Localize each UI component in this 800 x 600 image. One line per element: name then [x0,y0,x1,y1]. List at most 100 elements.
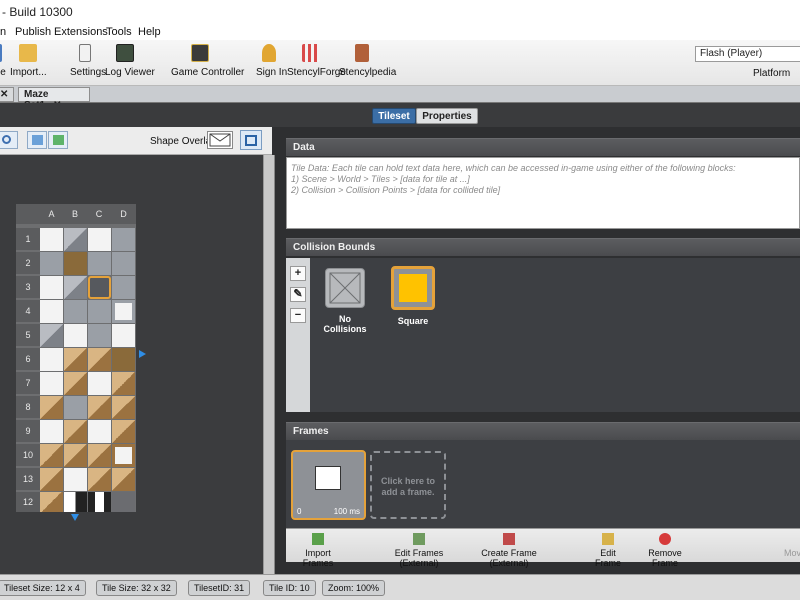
edit-collision-button[interactable]: ✎ [290,287,306,302]
add-collision-button[interactable]: + [290,266,306,281]
tab-properties[interactable]: Properties [416,108,478,124]
overlay-grid-toggle[interactable] [240,130,262,150]
previous-tab[interactable]: ✕ [0,87,14,102]
add-frame-button[interactable]: Click here to add a frame. [370,451,446,519]
tile[interactable] [112,396,135,419]
menu-tools[interactable]: Tools [106,26,132,38]
close-icon[interactable]: ✕ [0,89,8,100]
tab-tileset[interactable]: Tileset [372,108,416,124]
tile[interactable] [40,348,63,371]
tab-maze-set1[interactable]: Maze Set1✕ [18,87,90,111]
frame-thumbnail[interactable]: 0 100 ms [291,450,366,520]
game-controller-button[interactable]: Game Controller [171,44,244,78]
tile[interactable] [112,444,135,467]
expand-columns-arrow-icon[interactable] [139,350,146,358]
tile[interactable] [112,324,135,347]
tile[interactable] [88,420,111,443]
tile[interactable] [64,468,87,491]
tile[interactable] [64,300,87,323]
tile[interactable] [88,324,111,347]
frame-duration: 100 ms [333,507,360,516]
tile[interactable] [88,252,111,275]
edit-frames-external-button[interactable]: Edit Frames (External) [378,533,460,568]
settings-button[interactable]: Settings [70,44,106,78]
shape-overlay-toggle[interactable] [207,131,233,149]
stencylforge-button[interactable]: StencylForge [287,44,346,78]
remove-frame-button[interactable]: Remove Frame [638,533,692,568]
grid-icon [245,135,257,146]
tile[interactable] [64,324,87,347]
menu-publish[interactable]: Publish [15,26,51,38]
tile[interactable] [64,252,87,275]
tile[interactable] [40,396,63,419]
stencylpedia-button[interactable]: Stencylpedia [339,44,396,78]
tile[interactable] [40,276,63,299]
tile[interactable] [64,228,87,251]
tile[interactable] [112,348,135,371]
zoom-in-button[interactable] [27,131,47,149]
edit-frame-button[interactable]: Edit Frame [588,533,628,568]
tile[interactable] [40,300,63,323]
tile[interactable] [64,492,87,512]
grid-corner [16,204,40,224]
tile[interactable] [64,276,87,299]
tileset-grid[interactable]: A B C D 1 2 3 4 5 6 7 8 9 10 13 12 [16,204,136,512]
collision-option-none[interactable]: No Collisions [318,268,372,334]
sign-in-button[interactable]: Sign In [256,44,287,78]
create-frame-external-button[interactable]: Create Frame (External) [465,533,553,568]
import-button[interactable]: Import... [10,44,47,78]
create-button[interactable]: e [0,44,10,78]
no-collision-icon [325,268,365,308]
data-section-header: Data [286,138,800,156]
tile[interactable] [40,372,63,395]
zoom-button[interactable] [0,131,18,149]
tile[interactable] [88,492,111,512]
log-viewer-button[interactable]: Log Viewer [105,44,155,78]
tile[interactable] [88,444,111,467]
tile[interactable] [40,444,63,467]
tile[interactable] [64,444,87,467]
tile[interactable] [88,372,111,395]
create-frame-icon [503,533,515,545]
move-frame-button[interactable]: Mov [784,533,800,558]
envelope-icon [209,133,231,147]
tile[interactable] [112,228,135,251]
tile[interactable] [88,228,111,251]
tile[interactable] [112,276,135,299]
tile[interactable] [112,252,135,275]
tile[interactable] [40,228,63,251]
menu-file[interactable]: n [0,26,6,38]
tile-data-field[interactable]: Tile Data: Each tile can hold text data … [286,157,800,229]
status-zoom: Zoom: 100% [322,580,386,596]
tile[interactable] [40,492,63,512]
tile[interactable] [64,372,87,395]
import-frames-button[interactable]: Import Frames [290,533,346,568]
tile[interactable] [64,348,87,371]
tile[interactable] [112,300,135,323]
tile[interactable] [88,300,111,323]
tile[interactable] [40,252,63,275]
tile[interactable] [40,468,63,491]
expand-rows-arrow-icon[interactable] [71,514,79,521]
tile[interactable] [88,348,111,371]
menu-help[interactable]: Help [138,26,161,38]
tile[interactable] [40,420,63,443]
zoom-out-button[interactable] [48,131,68,149]
platform-select[interactable]: Flash (Player) [695,46,800,62]
tile[interactable] [112,372,135,395]
row-header: 10 [16,444,40,466]
tile[interactable] [112,468,135,491]
tile[interactable] [112,420,135,443]
menu-extensions[interactable]: Extensions [54,26,108,38]
tile[interactable] [112,492,135,512]
tile[interactable] [64,396,87,419]
remove-collision-button[interactable]: − [290,308,306,323]
tile[interactable] [40,324,63,347]
collision-option-square[interactable]: Square [387,266,439,326]
tile[interactable] [88,396,111,419]
tile[interactable] [64,420,87,443]
tile[interactable] [88,468,111,491]
selected-tile[interactable] [88,276,111,299]
tileset-toolbar: Shape Overlay [0,127,272,155]
panel-splitter[interactable] [263,155,275,574]
